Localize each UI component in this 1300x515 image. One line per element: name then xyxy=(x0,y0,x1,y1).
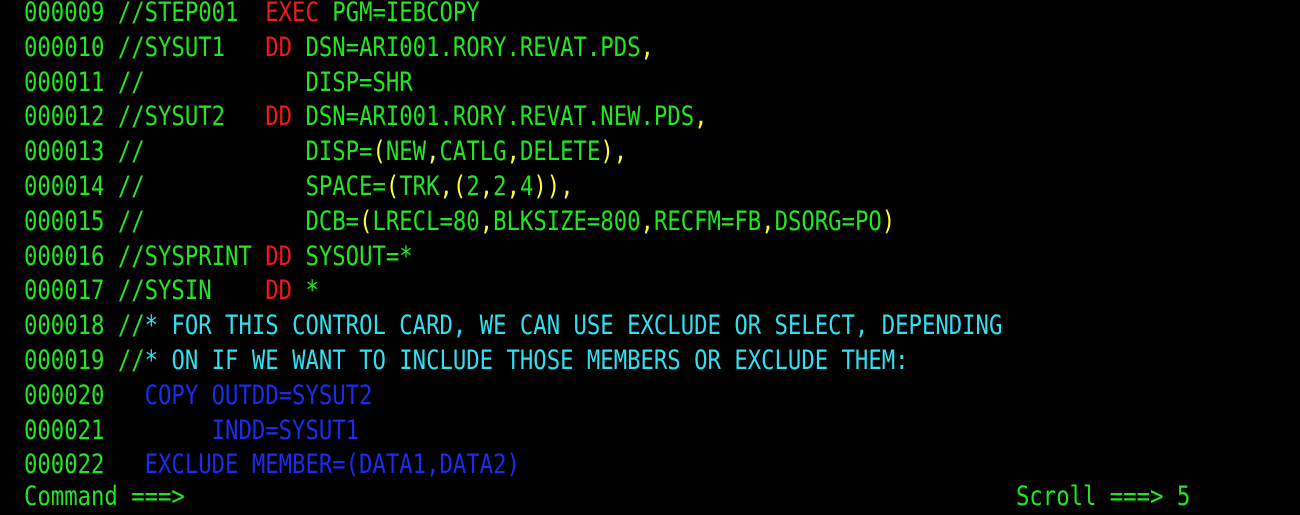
jcl-delimiter[interactable]: ( xyxy=(372,136,385,167)
editor-line[interactable]: 000017 //SYSIN DD * xyxy=(24,274,1096,309)
editor-line[interactable]: 000012 //SYSUT2 DD DSN=ARI001.RORY.REVAT… xyxy=(24,100,1096,135)
line-number: 000009 xyxy=(24,0,105,28)
line-number: 000011 xyxy=(24,66,105,98)
jcl-delimiter[interactable]: ) xyxy=(600,136,613,167)
line-number: 000017 xyxy=(24,275,105,307)
jcl-text[interactable]: // SPACE= xyxy=(118,171,386,202)
jcl-text[interactable]: // xyxy=(118,310,145,341)
jcl-delimiter[interactable]: )) xyxy=(533,171,560,202)
jcl-delimiter[interactable]: , xyxy=(641,206,654,237)
jcl-operation[interactable]: DD xyxy=(265,32,292,63)
jcl-text[interactable]: // xyxy=(118,345,145,376)
line-number: 000012 xyxy=(24,101,105,133)
jcl-text[interactable]: //SYSIN xyxy=(118,275,265,306)
command-label: Command ===> xyxy=(24,481,185,512)
line-number: 000016 xyxy=(24,240,105,272)
editor-line[interactable]: 000021 INDD=SYSUT1 xyxy=(24,414,1096,449)
jcl-text[interactable]: CATLG xyxy=(440,136,507,167)
line-number: 000014 xyxy=(24,170,105,202)
editor-line[interactable]: 000009 //STEP001 EXEC PGM=IEBCOPY xyxy=(24,0,1096,31)
jcl-delimiter[interactable]: , xyxy=(614,136,627,167)
jcl-delimiter[interactable]: , xyxy=(480,206,493,237)
jcl-text[interactable]: DSN=ARI001.RORY.REVAT.NEW.PDS xyxy=(292,101,694,132)
jcl-delimiter[interactable]: ( xyxy=(386,171,399,202)
jcl-text[interactable]: 4 xyxy=(520,171,533,202)
jcl-text[interactable]: // DISP= xyxy=(118,136,373,167)
scroll-input[interactable]: 5 xyxy=(1177,481,1190,512)
jcl-delimiter[interactable]: , xyxy=(507,171,520,202)
editor-line[interactable]: 000016 //SYSPRINT DD SYSOUT=* xyxy=(24,240,1096,275)
jcl-text[interactable]: NEW xyxy=(386,136,426,167)
control-card-text[interactable]: INDD=SYSUT1 xyxy=(118,415,359,446)
scroll-label: Scroll ===> xyxy=(1016,481,1164,512)
jcl-delimiter[interactable]: , xyxy=(761,206,774,237)
jcl-operation[interactable]: DD xyxy=(265,241,292,272)
editor-line[interactable]: 000013 // DISP=(NEW,CATLG,DELETE), xyxy=(24,135,1096,170)
jcl-text[interactable]: // DISP=SHR xyxy=(118,67,413,98)
line-number: 000021 xyxy=(24,414,105,446)
jcl-delimiter[interactable]: , xyxy=(641,32,654,63)
jcl-delimiter[interactable]: ( xyxy=(359,206,372,237)
editor-area[interactable]: 000009 //STEP001 EXEC PGM=IEBCOPY 000010… xyxy=(24,0,1300,483)
jcl-text[interactable]: 2 xyxy=(466,171,479,202)
editor-line[interactable]: 000010 //SYSUT1 DD DSN=ARI001.RORY.REVAT… xyxy=(24,31,1096,66)
jcl-text[interactable]: BLKSIZE=800 xyxy=(493,206,640,237)
jcl-text[interactable]: //STEP001 xyxy=(118,0,265,28)
line-number: 000010 xyxy=(24,31,105,63)
jcl-comment[interactable]: * FOR THIS CONTROL CARD, WE CAN USE EXCL… xyxy=(145,310,1003,341)
line-number: 000018 xyxy=(24,310,105,342)
editor-line[interactable]: 000018 //* FOR THIS CONTROL CARD, WE CAN… xyxy=(24,309,1096,344)
jcl-text[interactable]: TRK xyxy=(399,171,439,202)
jcl-text[interactable]: // DCB= xyxy=(118,206,359,237)
jcl-operation[interactable]: EXEC xyxy=(265,0,319,28)
jcl-text[interactable]: DELETE xyxy=(520,136,600,167)
editor-line[interactable]: 000019 //* ON IF WE WANT TO INCLUDE THOS… xyxy=(24,344,1096,379)
jcl-text[interactable]: RECFM=FB xyxy=(654,206,761,237)
line-number: 000020 xyxy=(24,379,105,411)
editor-line[interactable]: 000022 EXCLUDE MEMBER=(DATA1,DATA2) xyxy=(24,448,1096,483)
jcl-text[interactable]: 2 xyxy=(493,171,506,202)
line-number: 000015 xyxy=(24,205,105,237)
editor-line[interactable]: 000015 // DCB=(LRECL=80,BLKSIZE=800,RECF… xyxy=(24,205,1096,240)
jcl-delimiter[interactable]: , xyxy=(426,136,439,167)
jcl-operation[interactable]: DD xyxy=(265,275,292,306)
jcl-delimiter[interactable]: ) xyxy=(882,206,895,237)
jcl-operation[interactable]: DD xyxy=(265,101,292,132)
scroll-field[interactable]: Scroll ===> 5 xyxy=(1016,480,1190,515)
control-card-text[interactable]: COPY OUTDD=SYSUT2 xyxy=(118,380,373,411)
jcl-delimiter[interactable]: , xyxy=(439,171,452,202)
command-line[interactable]: Command ===> xyxy=(24,480,185,515)
jcl-delimiter[interactable]: ( xyxy=(453,171,466,202)
jcl-delimiter[interactable]: , xyxy=(507,136,520,167)
editor-line[interactable]: 000014 // SPACE=(TRK,(2,2,4)), xyxy=(24,170,1096,205)
jcl-text[interactable]: PGM=IEBCOPY xyxy=(319,0,479,28)
jcl-text[interactable]: SYSOUT=* xyxy=(292,241,412,272)
jcl-text[interactable]: DSORG=PO xyxy=(775,206,882,237)
jcl-delimiter[interactable]: , xyxy=(560,171,573,202)
line-number: 000019 xyxy=(24,344,105,376)
jcl-text[interactable]: //SYSPRINT xyxy=(118,241,265,272)
jcl-text[interactable]: //SYSUT1 xyxy=(118,32,265,63)
control-card-text[interactable]: EXCLUDE MEMBER=(DATA1,DATA2) xyxy=(118,449,520,480)
jcl-delimiter[interactable]: , xyxy=(694,101,707,132)
jcl-text[interactable]: //SYSUT2 xyxy=(118,101,265,132)
jcl-text[interactable]: DSN=ARI001.RORY.REVAT.PDS xyxy=(292,32,640,63)
jcl-comment[interactable]: * ON IF WE WANT TO INCLUDE THOSE MEMBERS… xyxy=(145,345,909,376)
jcl-text[interactable]: LRECL=80 xyxy=(372,206,479,237)
jcl-text[interactable]: * xyxy=(292,275,318,306)
line-number: 000013 xyxy=(24,136,105,168)
line-number: 000022 xyxy=(24,449,105,481)
editor-line[interactable]: 000020 COPY OUTDD=SYSUT2 xyxy=(24,379,1096,414)
editor-line[interactable]: 000011 // DISP=SHR xyxy=(24,66,1096,101)
jcl-delimiter[interactable]: , xyxy=(480,171,493,202)
